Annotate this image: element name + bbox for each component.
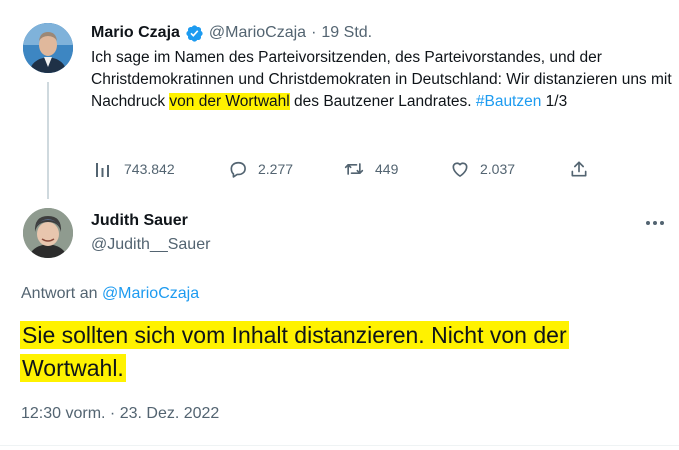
reply-author-handle[interactable]: @Judith__Sauer <box>91 236 210 254</box>
share-button[interactable] <box>569 158 589 180</box>
tweet-text: Ich sage im Namen des Parteivorsitzenden… <box>91 47 673 113</box>
tweet-text-part3: 1/3 <box>541 93 568 110</box>
separator-dot: · <box>311 24 317 41</box>
thread-connector-line <box>47 82 49 199</box>
bar-chart-icon <box>94 159 114 179</box>
replying-to-handle[interactable]: @MarioCzaja <box>102 285 199 302</box>
retweets-count: 449 <box>375 161 399 177</box>
author-avatar[interactable] <box>23 23 73 73</box>
speech-bubble-icon <box>228 159 248 179</box>
share-upload-icon <box>569 159 589 179</box>
views-button[interactable]: 743.842 <box>94 158 175 180</box>
reply-button[interactable]: 2.277 <box>228 158 293 180</box>
like-button[interactable]: 2.037 <box>450 158 515 180</box>
replying-to: Antwort an @MarioCzaja <box>21 285 199 303</box>
retweet-button[interactable]: 449 <box>343 158 398 180</box>
verified-badge-icon <box>185 24 204 43</box>
more-dots-icon <box>646 221 664 225</box>
likes-count: 2.037 <box>480 161 516 177</box>
reply-author-avatar[interactable] <box>23 208 73 258</box>
heart-icon <box>450 159 470 179</box>
replies-count: 2.277 <box>258 161 294 177</box>
retweet-arrows-icon <box>343 159 365 179</box>
author-name[interactable]: Mario Czaja <box>91 24 180 42</box>
more-options-button[interactable] <box>643 214 667 232</box>
reply-timestamp[interactable]: 12:30 vorm. · 23. Dez. 2022 <box>21 405 219 423</box>
bottom-divider <box>0 445 679 446</box>
reply-text-block: Sie sollten sich vom Inhalt distanzieren… <box>20 319 670 385</box>
tweet-header: Mario Czaja @MarioCzaja · 19 Std. <box>91 22 372 44</box>
reply-author-name[interactable]: Judith Sauer <box>91 212 188 230</box>
reply-text: Sie sollten sich vom Inhalt distanzieren… <box>20 321 569 382</box>
author-handle[interactable]: @MarioCzaja <box>209 24 306 42</box>
replying-to-label: Antwort an <box>21 285 98 302</box>
hashtag-link[interactable]: #Bautzen <box>476 93 542 110</box>
tweet-text-part2: des Bautzener Landrates. <box>289 93 476 110</box>
highlighted-phrase: von der Wortwahl <box>169 93 290 110</box>
views-count: 743.842 <box>124 161 175 177</box>
tweet-time[interactable]: 19 Std. <box>321 24 372 42</box>
